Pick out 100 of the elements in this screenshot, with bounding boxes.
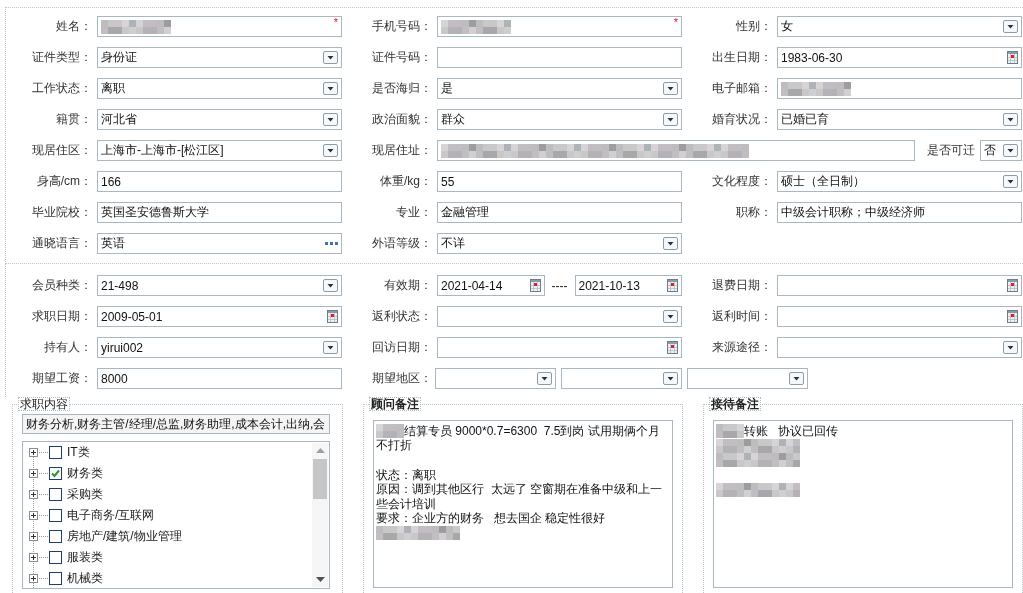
field-label: 是否海归：	[371, 80, 432, 97]
tree-item-label[interactable]: 财务类	[67, 465, 103, 482]
note-text: 结算专员 9000*0.7=6300 7.5到岗 试用期俩个月	[404, 422, 660, 439]
select-field[interactable]: 上海市-上海市-[松江区]	[97, 140, 342, 161]
tree-item-label[interactable]: IT类	[67, 444, 90, 461]
select-field[interactable]: 身份证	[97, 47, 342, 68]
tree-item-label[interactable]: 电子商务/互联网	[67, 507, 155, 524]
checkbox[interactable]	[49, 467, 62, 480]
field-label: 姓名：	[55, 18, 92, 35]
select-field[interactable]	[435, 368, 556, 389]
panel-title: 求职内容	[18, 397, 70, 411]
notes-field[interactable]: 结算专员 9000*0.7=6300 7.5到岗 试用期俩个月 不打折 状态：离职 原因：调到其他区行 太远了 空窗期在准备中级和上一 些会计培训 要求：企业方的财务 想去国企 稳定性很好	[373, 420, 673, 588]
text-field[interactable]: 166	[97, 171, 342, 192]
field-label: 婚育状况：	[711, 111, 772, 128]
date-field[interactable]: 2009-05-01	[97, 306, 342, 327]
required-mark: *	[333, 17, 338, 28]
date-field[interactable]: 2021-10-13	[574, 275, 682, 296]
select-field[interactable]: 女	[777, 16, 1022, 37]
select-field[interactable]	[777, 337, 1022, 358]
checkbox[interactable]	[49, 488, 62, 501]
checkbox[interactable]	[49, 509, 62, 522]
select-field[interactable]: 河北省	[97, 109, 342, 130]
field-label: 回访日期：	[371, 339, 432, 356]
text-field[interactable]: *	[437, 16, 682, 37]
plus-box-icon[interactable]	[29, 574, 38, 583]
note-text: 原因：调到其他区行 太远了 空窗期在准备中级和上一	[376, 481, 662, 498]
text-field[interactable]: 8000	[97, 368, 342, 389]
tree-item-label[interactable]: 机械类	[67, 570, 103, 587]
scrollbar[interactable]	[312, 443, 328, 587]
note-text: 转账 协议已回传	[744, 422, 838, 440]
tree-item-label[interactable]: 房地产/建筑/物业管理	[67, 528, 182, 545]
text-field[interactable]	[777, 78, 1022, 99]
select-field[interactable]: 21-498	[97, 275, 342, 296]
text-field[interactable]: 英国圣安德鲁斯大学	[97, 202, 342, 223]
picker-field[interactable]: 英语	[97, 233, 342, 254]
select-field[interactable]: 是	[437, 78, 682, 99]
select-field[interactable]: yirui002	[97, 337, 342, 358]
field-label: 体重/kg：	[379, 173, 432, 190]
text-field[interactable]: 55	[437, 171, 682, 192]
checkbox[interactable]	[49, 551, 62, 564]
tree-item-label[interactable]: 服装类	[67, 549, 103, 566]
select-field[interactable]	[437, 306, 682, 327]
plus-box-icon[interactable]	[29, 511, 38, 520]
plus-box-icon[interactable]	[29, 532, 38, 541]
text-field[interactable]	[437, 47, 682, 68]
field-label: 会员种类：	[31, 277, 92, 294]
date-field[interactable]	[437, 337, 682, 358]
plus-box-icon[interactable]	[29, 448, 38, 457]
scroll-down-arrow-icon[interactable]	[315, 577, 325, 582]
notes-field[interactable]: 转账 协议已回传	[713, 420, 1013, 588]
field-label: 期望地区：	[371, 370, 432, 387]
date-field[interactable]: 2021-04-14	[437, 275, 545, 296]
field-label: 期望工资：	[31, 370, 92, 387]
date-field[interactable]	[777, 275, 1022, 296]
field-label: 证件号码：	[371, 49, 432, 66]
calendar-icon[interactable]	[1007, 51, 1018, 64]
calendar-icon[interactable]	[667, 341, 678, 354]
calendar-icon[interactable]	[667, 279, 678, 292]
date-field[interactable]	[777, 306, 1022, 327]
calendar-icon[interactable]	[1007, 310, 1018, 323]
calendar-icon[interactable]	[327, 310, 338, 323]
selection-summary-field[interactable]: 财务分析,财务主管/经理/总监,财务助理,成本会计,出纳,会	[22, 414, 330, 434]
select-field[interactable]	[561, 368, 682, 389]
field-label: 政治面貌：	[371, 111, 432, 128]
field-label: 证件类型：	[31, 49, 92, 66]
select-field[interactable]: 不详	[437, 233, 682, 254]
field-label: 手机号码：	[371, 18, 432, 35]
checkbox[interactable]	[49, 446, 62, 459]
pixelated-block	[101, 19, 171, 34]
field-label: 工作状态：	[31, 80, 92, 97]
select-field[interactable]: 硕士（全日制）	[777, 171, 1022, 192]
plus-box-icon[interactable]	[29, 553, 38, 562]
field-label: 来源途径：	[711, 339, 772, 356]
calendar-icon[interactable]	[1007, 279, 1018, 292]
plus-box-icon[interactable]	[29, 490, 38, 499]
select-field[interactable]	[687, 368, 808, 389]
tree-item-label[interactable]: 采购类	[67, 486, 103, 503]
select-field[interactable]: 否	[980, 140, 1022, 161]
text-field[interactable]: *	[97, 16, 342, 37]
plus-box-icon[interactable]	[29, 469, 38, 478]
checkbox[interactable]	[49, 530, 62, 543]
field-label: 现居住区：	[31, 142, 92, 159]
select-field[interactable]: 群众	[437, 109, 682, 130]
text-field[interactable]: 金融管理	[437, 202, 682, 223]
scroll-thumb[interactable]	[313, 459, 327, 499]
calendar-icon[interactable]	[529, 279, 541, 292]
pixelated-block	[441, 19, 511, 34]
date-field[interactable]: 1983-06-30	[777, 47, 1022, 68]
field-label: 返利状态：	[371, 308, 432, 325]
ellipsis-icon[interactable]	[325, 242, 338, 245]
text-field[interactable]	[437, 140, 915, 161]
select-field[interactable]: 已婚已育	[777, 109, 1022, 130]
note-text: 不打折	[376, 437, 412, 455]
field-label: 电子邮箱：	[711, 80, 772, 97]
select-field[interactable]: 离职	[97, 78, 342, 99]
text-field[interactable]: 中级会计职称；中级经济师	[777, 202, 1022, 223]
panel-title: 顾问备注	[369, 397, 421, 411]
checkbox[interactable]	[49, 572, 62, 585]
field-label: 毕业院校：	[31, 204, 92, 221]
field-label: 返利时间：	[711, 308, 772, 325]
